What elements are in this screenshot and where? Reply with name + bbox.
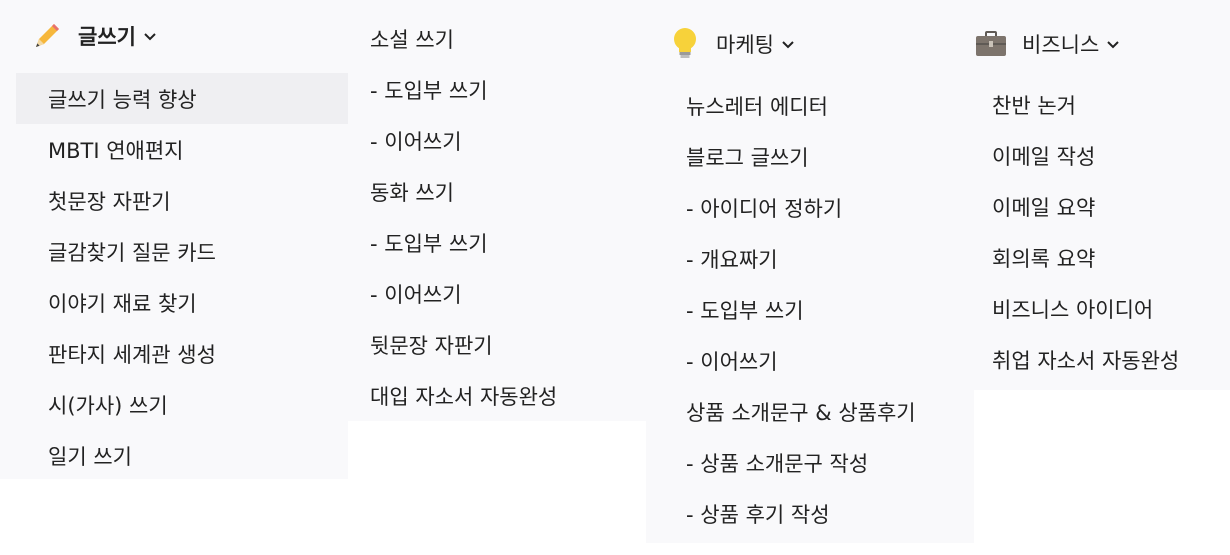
menu-header-business[interactable]: 비즈니스 — [974, 24, 1121, 64]
menu-item[interactable]: - 상품 소개문구 작성 — [646, 437, 974, 488]
chevron-down-icon — [782, 41, 794, 49]
menu-list-writing-continued: 소설 쓰기 - 도입부 쓰기 - 이어쓰기 동화 쓰기 - 도입부 쓰기 - 이… — [348, 13, 646, 421]
menu-item[interactable]: 취업 자소서 자동완성 — [974, 334, 1230, 385]
menu-panel-writing: 글쓰기 글쓰기 능력 향상 MBTI 연애편지 첫문장 자판기 글감찾기 질문 … — [0, 0, 348, 479]
menu-item[interactable]: - 이어쓰기 — [348, 115, 646, 166]
menu-item[interactable]: 이메일 작성 — [974, 130, 1230, 181]
menu-item[interactable]: 이야기 재료 찾기 — [16, 277, 348, 328]
menu-header-label: 마케팅 — [716, 33, 774, 57]
menu-item[interactable]: 대입 자소서 자동완성 — [348, 370, 646, 421]
menu-item[interactable]: MBTI 연애편지 — [16, 124, 348, 175]
menu-header-writing[interactable]: 글쓰기 — [30, 16, 158, 56]
menu-item[interactable]: 동화 쓰기 — [348, 166, 646, 217]
menu-item[interactable]: 이메일 요약 — [974, 181, 1230, 232]
menu-panel-marketing: 마케팅 뉴스레터 에디터 블로그 글쓰기 - 아이디어 정하기 - 개요짜기 -… — [646, 0, 974, 543]
menu-item[interactable]: 회의록 요약 — [974, 232, 1230, 283]
menu-item[interactable]: - 도입부 쓰기 — [646, 284, 974, 335]
menu-item[interactable]: 판타지 세계관 생성 — [16, 328, 348, 379]
menu-item[interactable]: 찬반 논거 — [974, 79, 1230, 130]
pencil-icon — [30, 19, 64, 53]
chevron-down-icon — [1107, 41, 1119, 49]
menu-list-business: 찬반 논거 이메일 작성 이메일 요약 회의록 요약 비즈니스 아이디어 취업 … — [974, 79, 1230, 385]
menu-panel-business: 비즈니스 찬반 논거 이메일 작성 이메일 요약 회의록 요약 비즈니스 아이디… — [974, 0, 1230, 390]
briefcase-icon — [974, 27, 1008, 61]
menu-item[interactable]: - 개요짜기 — [646, 233, 974, 284]
menu-item[interactable]: 글쓰기 능력 향상 — [16, 73, 348, 124]
menu-item[interactable]: 시(가사) 쓰기 — [16, 379, 348, 430]
menu-item[interactable]: 소설 쓰기 — [348, 13, 646, 64]
menu-item[interactable]: - 이어쓰기 — [646, 335, 974, 386]
menu-list-writing: 글쓰기 능력 향상 MBTI 연애편지 첫문장 자판기 글감찾기 질문 카드 이… — [16, 73, 348, 481]
menu-item[interactable]: 글감찾기 질문 카드 — [16, 226, 348, 277]
chevron-down-icon — [144, 33, 156, 41]
menu-item[interactable]: - 상품 후기 작성 — [646, 488, 974, 539]
menu-header-marketing[interactable]: 마케팅 — [668, 24, 796, 64]
menu-item[interactable]: 뉴스레터 에디터 — [646, 80, 974, 131]
menu-item[interactable]: 상품 소개문구 & 상품후기 — [646, 386, 974, 437]
menu-item[interactable]: 뒷문장 자판기 — [348, 319, 646, 370]
menu-list-marketing: 뉴스레터 에디터 블로그 글쓰기 - 아이디어 정하기 - 개요짜기 - 도입부… — [646, 80, 974, 539]
menu-header-label: 비즈니스 — [1022, 33, 1100, 57]
menu-item[interactable]: 일기 쓰기 — [16, 430, 348, 481]
menu-item[interactable]: - 도입부 쓰기 — [348, 217, 646, 268]
menu-panel-writing-continued: 소설 쓰기 - 도입부 쓰기 - 이어쓰기 동화 쓰기 - 도입부 쓰기 - 이… — [348, 0, 646, 421]
menu-item[interactable]: - 이어쓰기 — [348, 268, 646, 319]
menu-item[interactable]: - 도입부 쓰기 — [348, 64, 646, 115]
menu-item[interactable]: 첫문장 자판기 — [16, 175, 348, 226]
menu-item[interactable]: 블로그 글쓰기 — [646, 131, 974, 182]
menu-header-label: 글쓰기 — [78, 25, 136, 49]
lightbulb-icon — [668, 27, 702, 61]
menu-item[interactable]: - 아이디어 정하기 — [646, 182, 974, 233]
menu-item[interactable]: 비즈니스 아이디어 — [974, 283, 1230, 334]
